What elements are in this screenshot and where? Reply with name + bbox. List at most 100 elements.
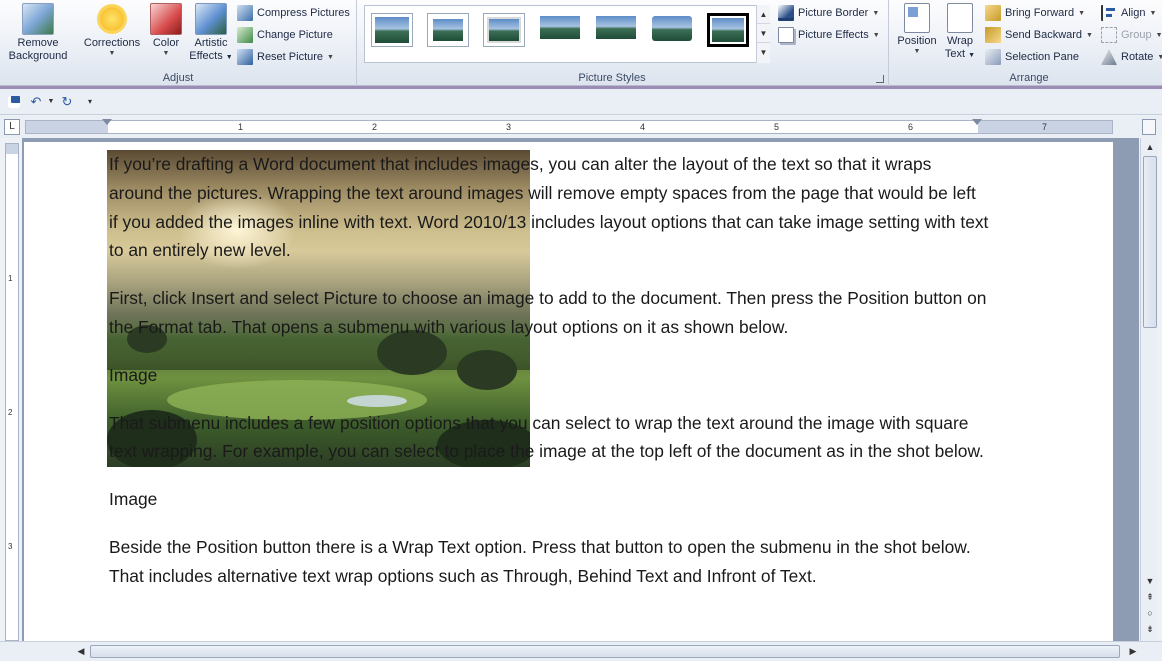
scroll-down-icon[interactable]: ▼ — [757, 24, 770, 43]
color-icon — [150, 3, 182, 35]
chevron-down-icon: ▼ — [872, 9, 880, 17]
document-text[interactable]: If you’re drafting a Word document that … — [109, 150, 989, 610]
scroll-thumb[interactable] — [1143, 156, 1157, 328]
paragraph: First, click Insert and select Picture t… — [109, 288, 987, 337]
paragraph: Image — [109, 364, 158, 385]
group-button[interactable]: Group ▼ — [1101, 25, 1162, 45]
rotate-button[interactable]: Rotate ▼ — [1101, 47, 1162, 67]
bring-forward-button[interactable]: Bring Forward ▼ — [985, 3, 1085, 23]
adjust-group: Remove Background Corrections ▼ Color ▼ … — [0, 0, 357, 86]
ruler-row: L 1 2 3 4 5 6 7 — [0, 116, 1162, 138]
style-thumb[interactable] — [539, 13, 581, 47]
scroll-right-icon[interactable]: ▶ — [1126, 644, 1140, 658]
left-margin-area — [26, 121, 108, 133]
ruler-number: 1 — [238, 122, 244, 132]
send-backward-button[interactable]: Send Backward ▼ — [985, 25, 1093, 45]
vertical-scrollbar[interactable]: ▲ ▼ ⇞ ○ ⇟ — [1140, 138, 1158, 641]
picture-border-button[interactable]: Picture Border ▼ — [778, 3, 879, 23]
group-label-picture-styles: Picture Styles — [578, 72, 646, 84]
compress-icon — [237, 5, 253, 21]
scroll-thumb[interactable] — [90, 645, 1120, 658]
vertical-ruler[interactable]: 1 2 3 — [5, 143, 19, 641]
document-area: If you’re drafting a Word document that … — [22, 138, 1139, 641]
group-icon — [1101, 27, 1117, 43]
scroll-up-icon[interactable]: ▲ — [757, 5, 770, 24]
indent-marker-icon[interactable] — [102, 119, 112, 125]
position-button[interactable]: Position ▼ — [893, 3, 941, 56]
arrange-group: Position ▼ Wrap Text ▼ Bring Forward ▼ S… — [889, 0, 1162, 86]
style-thumb[interactable] — [483, 13, 525, 47]
horizontal-ruler[interactable]: 1 2 3 4 5 6 7 — [25, 119, 1113, 134]
gallery-scroll[interactable]: ▲ ▼ ▼ — [756, 5, 770, 63]
chevron-down-icon: ▼ — [1078, 9, 1086, 17]
chevron-down-icon: ▼ — [913, 48, 921, 55]
style-thumb[interactable] — [371, 13, 413, 47]
style-thumb[interactable] — [595, 13, 637, 47]
wrap-text-icon — [947, 3, 973, 33]
rotate-icon — [1101, 49, 1117, 65]
document-page[interactable]: If you’re drafting a Word document that … — [24, 142, 1113, 641]
paragraph: Image — [109, 489, 158, 510]
scroll-up-icon[interactable]: ▲ — [1143, 140, 1157, 154]
style-thumb-selected[interactable] — [707, 13, 749, 47]
next-page-icon[interactable]: ⇟ — [1143, 622, 1157, 636]
scroll-left-icon[interactable]: ◀ — [74, 644, 88, 658]
tab-selector-button[interactable]: L — [4, 119, 20, 135]
chevron-down-icon: ▼ — [1086, 31, 1093, 39]
paragraph: Beside the Position button there is a Wr… — [109, 536, 971, 586]
ruler-number: 2 — [372, 122, 378, 132]
sun-icon — [100, 7, 124, 31]
selection-pane-button[interactable]: Selection Pane — [985, 47, 1079, 67]
remove-background-button[interactable]: Remove Background — [4, 3, 72, 63]
bring-forward-icon — [985, 5, 1001, 21]
ruler-number: 3 — [8, 542, 13, 551]
horizontal-scrollbar[interactable]: ◀ ▶ — [0, 641, 1162, 661]
customize-qat-icon[interactable]: ▾ — [82, 94, 98, 110]
top-margin-area — [6, 144, 18, 154]
ruler-number: 1 — [8, 274, 13, 283]
style-thumb[interactable] — [427, 13, 469, 47]
chevron-down-icon: ▼ — [1155, 31, 1162, 39]
picture-styles-gallery — [364, 5, 770, 63]
save-icon[interactable] — [6, 94, 22, 110]
quick-access-toolbar: ↶ ▼ ↻ ▾ — [0, 89, 1162, 115]
picture-effects-button[interactable]: Picture Effects ▼ — [778, 25, 880, 45]
artistic-effects-button[interactable]: Artistic Effects ▼ — [188, 3, 234, 64]
reset-picture-icon — [237, 49, 253, 65]
group-label-arrange: Arrange — [1009, 72, 1049, 84]
chevron-down-icon: ▼ — [162, 50, 170, 57]
selection-pane-icon — [985, 49, 1001, 65]
chevron-down-icon: ▼ — [108, 50, 116, 57]
style-thumb[interactable] — [651, 13, 693, 47]
compress-pictures-button[interactable]: Compress Pictures — [237, 3, 350, 23]
scroll-down-icon[interactable]: ▼ — [1143, 574, 1157, 588]
artistic-effects-icon — [195, 3, 227, 35]
paragraph: That submenu includes a few position opt… — [109, 412, 984, 462]
change-picture-button[interactable]: Change Picture — [237, 25, 333, 45]
chevron-down-icon: ▼ — [327, 53, 334, 61]
redo-icon[interactable]: ↻ — [59, 94, 75, 110]
undo-icon[interactable]: ↶ — [28, 94, 44, 110]
change-picture-icon — [237, 27, 253, 43]
ruler-number: 7 — [1042, 122, 1048, 132]
right-indent-marker-icon[interactable] — [972, 119, 982, 125]
color-button[interactable]: Color ▼ — [146, 3, 186, 58]
ruler-number: 3 — [506, 122, 512, 132]
more-icon[interactable]: ▼ — [757, 43, 770, 62]
dialog-launcher-icon[interactable] — [876, 75, 884, 83]
ruler-number: 2 — [8, 408, 13, 417]
wrap-text-button[interactable]: Wrap Text ▼ — [941, 3, 979, 62]
position-icon — [904, 3, 930, 33]
undo-dropdown-icon[interactable]: ▼ — [43, 94, 59, 110]
align-button[interactable]: Align ▼ — [1101, 3, 1156, 23]
view-ruler-icon[interactable] — [1142, 119, 1156, 135]
paragraph: If you’re drafting a Word document that … — [109, 154, 989, 261]
ribbon: Remove Background Corrections ▼ Color ▼ … — [0, 0, 1162, 86]
ruler-number: 5 — [774, 122, 780, 132]
chevron-down-icon: ▼ — [1149, 9, 1157, 17]
corrections-button[interactable]: Corrections ▼ — [80, 3, 144, 58]
reset-picture-button[interactable]: Reset Picture ▼ — [237, 47, 334, 67]
browse-object-icon[interactable]: ○ — [1143, 606, 1157, 620]
previous-page-icon[interactable]: ⇞ — [1143, 590, 1157, 604]
ruler-number: 4 — [640, 122, 646, 132]
